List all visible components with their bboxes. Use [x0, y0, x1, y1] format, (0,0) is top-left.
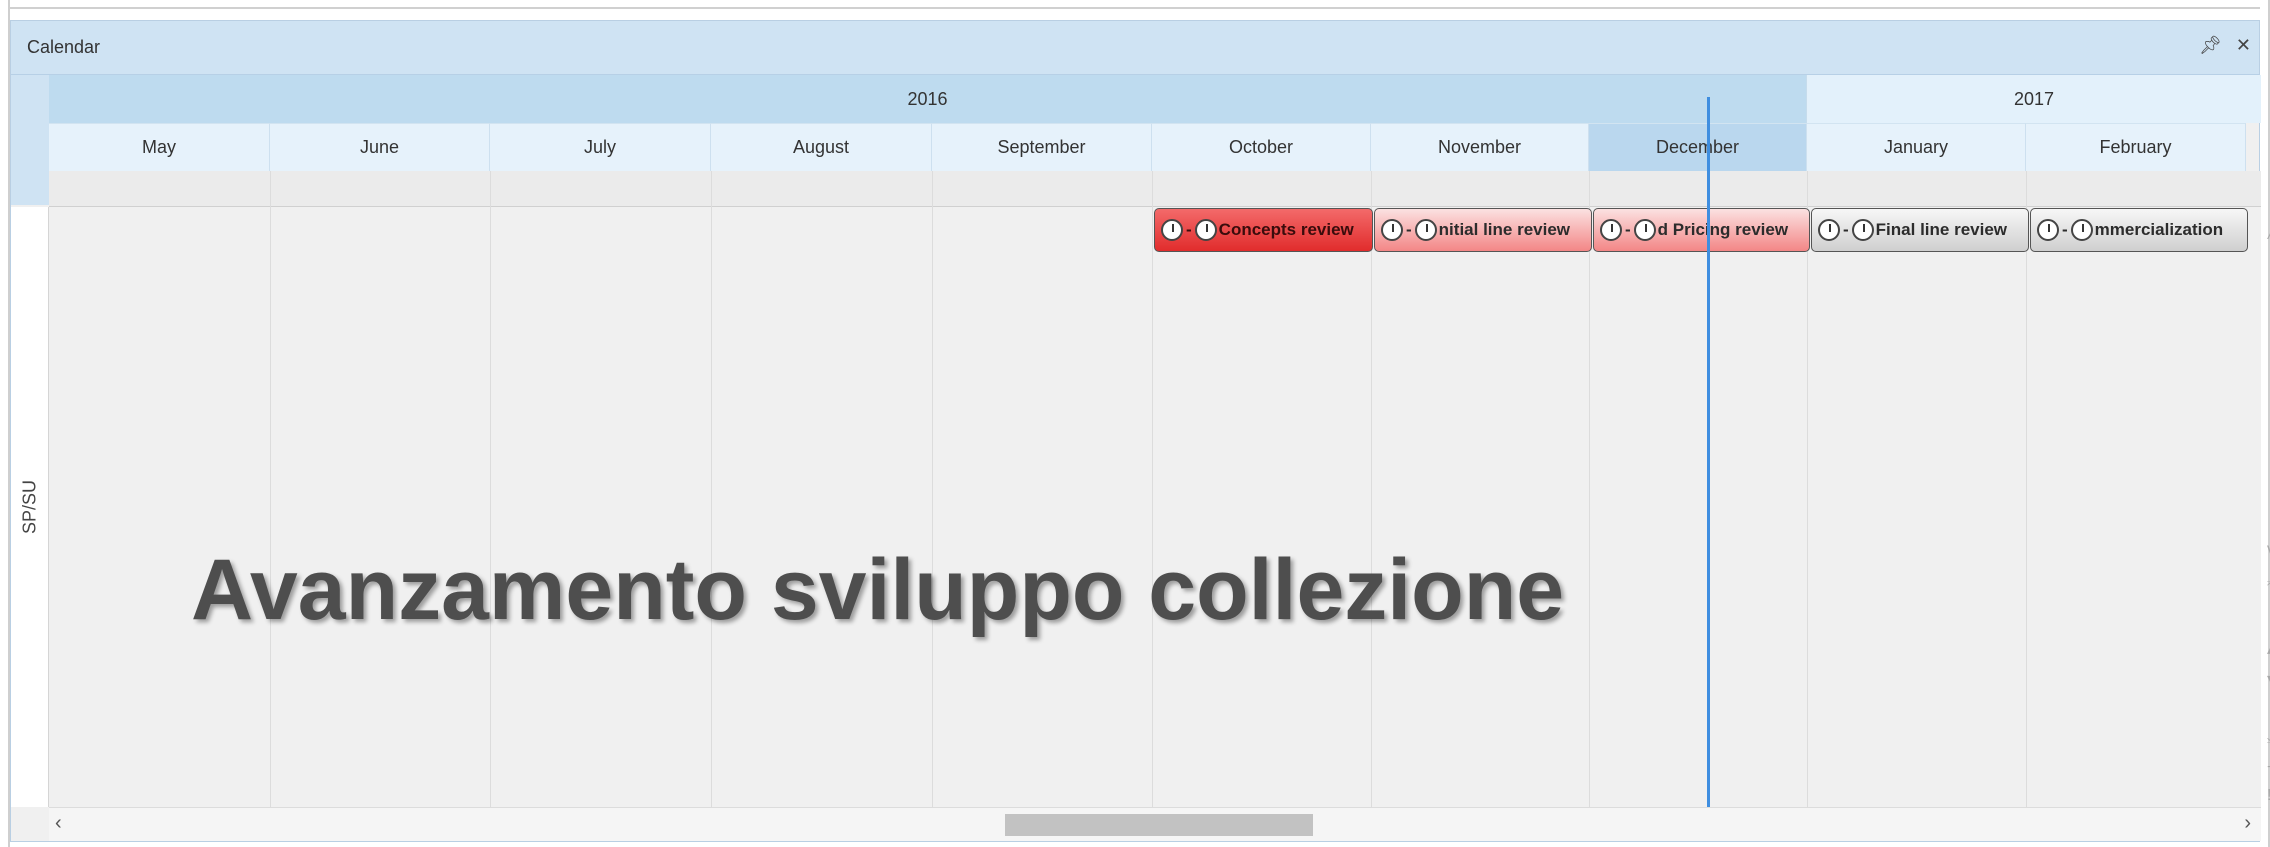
header-corner — [11, 75, 49, 205]
grid-line — [2026, 207, 2027, 807]
sub-divider — [1371, 171, 1372, 207]
sub-divider — [2026, 171, 2027, 207]
sub-divider — [932, 171, 933, 207]
grid-line — [1371, 207, 1372, 807]
event-dash: - — [1186, 220, 1192, 239]
clock-icon — [1600, 219, 1622, 241]
event-final-line-review[interactable]: - Final line review — [1811, 208, 2029, 252]
panel-titlebar: Calendar 📌︎ ✕ — [11, 21, 2259, 75]
clock-icon — [1633, 219, 1656, 241]
event-label: Concepts review — [1218, 220, 1354, 239]
sub-divider — [1152, 171, 1153, 207]
year-header-row: 2016 2017 — [49, 75, 2261, 123]
row-label: SP/SU — [19, 479, 39, 535]
event-commercialization[interactable]: - mmercialization — [2030, 208, 2248, 252]
year-header-2017: 2017 — [1806, 75, 2261, 123]
row-label-cell: SP/SU — [11, 207, 49, 807]
today-line — [1707, 97, 1710, 827]
panel-title: Calendar — [27, 37, 101, 57]
month-header-august[interactable]: August — [711, 123, 932, 171]
sub-divider — [490, 171, 491, 207]
month-header-october[interactable]: October — [1152, 123, 1371, 171]
sub-divider — [1807, 171, 1808, 207]
event-label: nitial line review — [1438, 220, 1570, 239]
month-header-september[interactable]: September — [932, 123, 1152, 171]
month-header-may[interactable]: May — [49, 123, 270, 171]
grid-line — [1152, 207, 1153, 807]
pin-icon[interactable]: 📌︎ — [2199, 35, 2222, 56]
event-dash: - — [1843, 220, 1849, 239]
event-concepts-review[interactable]: - Concepts review — [1154, 208, 1373, 252]
sub-divider — [270, 171, 271, 207]
scroll-left-icon[interactable]: ‹ — [55, 812, 62, 835]
event-initial-line-review[interactable]: - nitial line review — [1374, 208, 1592, 252]
month-header-january[interactable]: January — [1807, 123, 2026, 171]
month-header-row: May June July August September October N… — [49, 123, 2261, 171]
scroll-right-icon[interactable]: › — [2244, 812, 2251, 835]
titlebar-icons: 📌︎ ✕ — [2199, 35, 2251, 56]
grid-line — [932, 207, 933, 807]
clock-icon — [1851, 219, 1874, 241]
clock-icon — [1381, 219, 1403, 241]
month-header-february[interactable]: February — [2026, 123, 2246, 171]
grid-line — [1807, 207, 1808, 807]
calendar-panel: Calendar 📌︎ ✕ 2016 2017 May June July Au… — [10, 20, 2270, 842]
sub-header-row — [49, 171, 2261, 207]
close-icon[interactable]: ✕ — [2236, 35, 2251, 56]
clock-icon — [2070, 219, 2093, 241]
event-dash: - — [2062, 220, 2068, 239]
clock-icon — [1194, 219, 1217, 241]
sub-divider — [711, 171, 712, 207]
grid-line — [1589, 207, 1590, 807]
clock-icon — [2037, 219, 2059, 241]
overlay-caption: Avanzamento sviluppo collezione — [191, 542, 1565, 638]
scrollbar-thumb[interactable] — [1005, 814, 1313, 836]
month-header-june[interactable]: June — [270, 123, 490, 171]
month-header-november[interactable]: November — [1371, 123, 1589, 171]
sub-divider — [1589, 171, 1590, 207]
clock-icon — [1818, 219, 1840, 241]
top-strip — [10, 0, 2260, 9]
event-pricing-review[interactable]: - d Pricing review — [1593, 208, 1810, 252]
year-header-2016: 2016 — [49, 75, 1806, 123]
grid-line — [270, 207, 271, 807]
clock-icon — [1161, 219, 1183, 241]
clock-icon — [1414, 219, 1437, 241]
event-label: Final line review — [1875, 220, 2007, 239]
event-label: d Pricing review — [1657, 220, 1789, 239]
calendar-body[interactable] — [49, 207, 2261, 807]
event-dash: - — [1625, 220, 1631, 239]
vertical-scroll-controls: ^ v ⤒ ⇡ ▴ ▾ ⇣ ⤓ + ! — [2261, 231, 2270, 821]
month-header-december[interactable]: December — [1589, 123, 1807, 171]
horizontal-scrollbar[interactable]: ‹ › — [49, 807, 2261, 841]
event-label: mmercialization — [2094, 220, 2224, 239]
event-dash: - — [1406, 220, 1412, 239]
month-header-july[interactable]: July — [490, 123, 711, 171]
grid-line — [490, 207, 491, 807]
grid-line — [711, 207, 712, 807]
